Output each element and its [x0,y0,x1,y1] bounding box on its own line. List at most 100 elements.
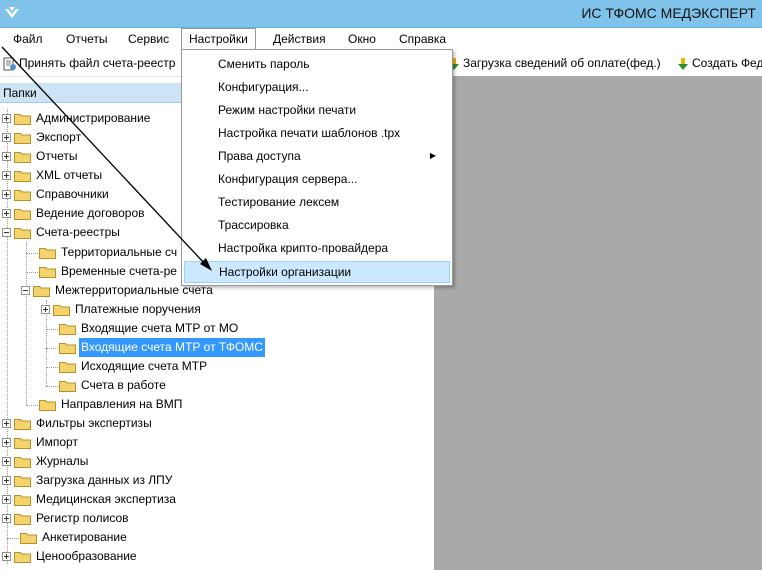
tree-node-territorial-invoices[interactable]: Территориальные сч [39,243,179,262]
tree-node-journals[interactable]: Журналы [2,452,90,471]
folder-open-icon [59,343,76,354]
folder-icon [14,552,31,563]
menu-item-label: Настройка крипто-провайдера [218,241,389,255]
folder-icon [14,171,31,182]
folder-icon [14,457,31,468]
menu-item-crypto-provider[interactable]: Настройка крипто-провайдера [184,237,450,259]
load-payment-button[interactable]: Загрузка сведений об оплате(фед.) [448,54,661,72]
expand-toggle[interactable] [2,114,11,123]
tree-node-pricing[interactable]: Ценообразование [2,547,139,566]
load-payment-label: Загрузка сведений об оплате(фед.) [463,56,661,70]
tree-node-administration[interactable]: Администрирование [2,109,152,128]
folder-icon [59,381,76,392]
menu-actions[interactable]: Действия [266,28,333,50]
tree-node-label: Ценообразование [36,549,137,563]
folder-icon [14,209,31,220]
folder-icon [14,438,31,449]
settings-dropdown-menu: Сменить пароль Конфигурация... Режим нас… [181,49,453,286]
expand-toggle[interactable] [2,476,11,485]
tree-node-export[interactable]: Экспорт [2,128,83,147]
menu-item-organization-settings[interactable]: Настройки организации [184,261,450,283]
tree-node-xml-reports[interactable]: XML отчеты [2,166,104,185]
menu-item-print-setup-mode[interactable]: Режим настройки печати [184,99,450,121]
tree-node-label: Входящие счета МТР от МО [81,321,239,335]
tree-node-label: Экспорт [36,130,82,144]
tree-node-contracts[interactable]: Ведение договоров [2,204,147,223]
expand-toggle[interactable] [2,133,11,142]
menu-item-change-password[interactable]: Сменить пароль [184,53,450,75]
app-logo-icon [5,7,19,18]
accept-file-button[interactable]: Принять файл счета-реестр [2,54,175,72]
menu-item-label: Режим настройки печати [218,103,357,117]
folder-icon [59,324,76,335]
expand-toggle[interactable] [2,209,11,218]
expand-toggle[interactable] [2,457,11,466]
create-fed-label: Создать Фед [692,56,762,70]
tree-node-vmp-directions[interactable]: Направления на ВМП [39,395,184,414]
tree-node-policy-register[interactable]: Регистр полисов [2,509,131,528]
tree-node-incoming-tfoms[interactable]: Входящие счета МТР от ТФОМС [59,338,265,357]
folder-icon [59,362,76,373]
tree-node-label: Направления на ВМП [61,397,183,411]
menu-reports[interactable]: Отчеты [59,28,114,50]
tree-node-expertise-filters[interactable]: Фильтры экспертизы [2,414,154,433]
tree-node-label: Исходящие счета МТР [81,359,208,373]
tree-node-invoice-registries[interactable]: Счета-реестры [2,223,122,242]
menu-bar: Файл Отчеты Сервис Настройки Действия Ок… [0,28,762,50]
menu-item-access-rights[interactable]: Права доступа ▶ [184,145,450,167]
tree-node-label: Ведение договоров [36,206,145,220]
collapse-toggle[interactable] [2,228,11,237]
expand-toggle[interactable] [2,190,11,199]
folder-icon [14,133,31,144]
menu-file[interactable]: Файл [6,28,50,50]
tree-node-temporary-invoices[interactable]: Временные счета-ре [39,262,179,281]
menu-settings[interactable]: Настройки [181,28,256,50]
folder-icon [39,267,56,278]
menu-item-configuration[interactable]: Конфигурация... [184,76,450,98]
tree-node-invoices-in-work[interactable]: Счета в работе [59,376,168,395]
tree-node-label: Импорт [36,435,78,449]
tree-node-reports[interactable]: Отчеты [2,147,79,166]
tree-node-lpu-data-load[interactable]: Загрузка данных из ЛПУ [2,471,174,490]
expand-toggle[interactable] [2,438,11,447]
menu-item-label: Трассировка [218,218,289,232]
expand-toggle[interactable] [41,305,50,314]
menu-item-lexeme-testing[interactable]: Тестирование лексем [184,191,450,213]
title-bar: ИС ТФОМС МЕДЭКСПЕРТ [0,0,762,28]
menu-item-tracing[interactable]: Трассировка [184,214,450,236]
tree-node-label: XML отчеты [36,168,103,182]
menu-window[interactable]: Окно [341,28,383,50]
expand-toggle[interactable] [2,514,11,523]
menu-item-server-configuration[interactable]: Конфигурация сервера... [184,168,450,190]
tree-node-questionnaire[interactable]: Анкетирование [20,528,129,547]
tree-node-label: Отчеты [36,149,78,163]
tree-node-label: Загрузка данных из ЛПУ [36,473,173,487]
expand-toggle[interactable] [2,171,11,180]
expand-toggle[interactable] [2,552,11,561]
tree-node-label: Медицинская экспертиза [36,492,176,506]
expand-toggle[interactable] [2,495,11,504]
tree-node-payment-orders[interactable]: Платежные поручения [41,300,203,319]
tree-node-label: Платежные поручения [75,302,201,316]
tree-node-label: Журналы [36,454,89,468]
menu-help[interactable]: Справка [392,28,453,50]
tree-node-import[interactable]: Импорт [2,433,80,452]
tree-node-medical-expertise[interactable]: Медицинская экспертиза [2,490,178,509]
tree-node-label-selected: Входящие счета МТР от ТФОМС [79,338,265,357]
collapse-toggle[interactable] [21,286,30,295]
tree-node-incoming-mo[interactable]: Входящие счета МТР от МО [59,319,240,338]
tree-node-outgoing-mtr[interactable]: Исходящие счета МТР [59,357,209,376]
create-fed-button[interactable]: Создать Фед [677,54,762,72]
expand-toggle[interactable] [2,419,11,428]
expand-toggle[interactable] [2,152,11,161]
tree-node-references[interactable]: Справочники [2,185,111,204]
menu-item-tpx-print-setup[interactable]: Настройка печати шаблонов .tpx [184,122,450,144]
tree-node-label: Регистр полисов [36,511,129,525]
tree-node-label: Временные счета-ре [61,264,177,278]
menu-item-label: Права доступа [218,149,301,163]
folder-icon [39,248,56,259]
accept-file-label: Принять файл счета-реестр [19,56,176,70]
menu-item-label: Конфигурация... [218,80,309,94]
folder-icon [14,419,31,430]
menu-service[interactable]: Сервис [121,28,176,50]
